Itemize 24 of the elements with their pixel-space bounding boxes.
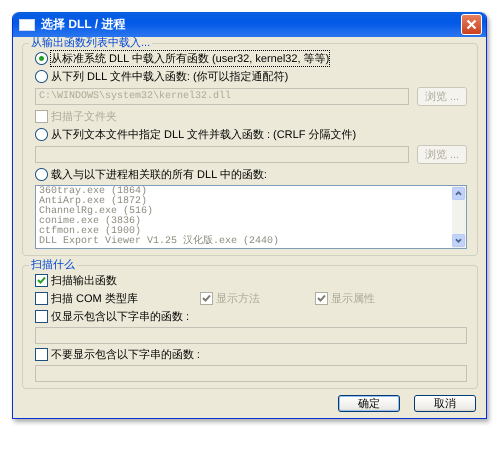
checkbox-label[interactable]: 扫描输出函数 (51, 273, 117, 288)
window-title: 选择 DLL / 进程 (41, 16, 126, 33)
checkbox[interactable] (35, 292, 48, 305)
checkbox[interactable] (35, 348, 48, 361)
radio-button[interactable] (35, 52, 48, 65)
radio-label[interactable]: 从下列文本文件中指定 DLL 文件并载入函数 : (CRLF 分隔文件) (51, 127, 356, 142)
window-icon (19, 18, 35, 30)
radio-label[interactable]: 从标准系统 DLL 中载入所有函数 (user32, kernel32, 等等) (51, 51, 330, 66)
radio-button[interactable] (35, 70, 48, 83)
group-title: 扫描什么 (30, 259, 76, 272)
checkbox[interactable] (35, 310, 48, 323)
radio-label[interactable]: 载入与以下进程相关联的所有 DLL 中的函数: (51, 167, 267, 182)
dialog-button[interactable]: 取消 (414, 395, 476, 412)
close-button[interactable] (461, 14, 482, 35)
group-title: 从输出函数列表中载入... (30, 37, 152, 50)
checkbox-label[interactable]: 仅显示包含以下字串的函数 : (51, 309, 190, 324)
radio-label[interactable]: 从下列 DLL 文件中载入函数: (你可以指定通配符) (51, 69, 288, 84)
close-icon (466, 19, 477, 30)
checkbox-label[interactable]: 不要显示包含以下字串的函数 : (50, 347, 200, 362)
checkbox[interactable] (35, 274, 48, 287)
radio-button[interactable] (35, 168, 48, 181)
checkbox-label[interactable]: 扫描 COM 类型库 (51, 291, 138, 306)
radio-button[interactable] (35, 128, 48, 141)
dialog-button[interactable]: 确定 (338, 395, 400, 412)
